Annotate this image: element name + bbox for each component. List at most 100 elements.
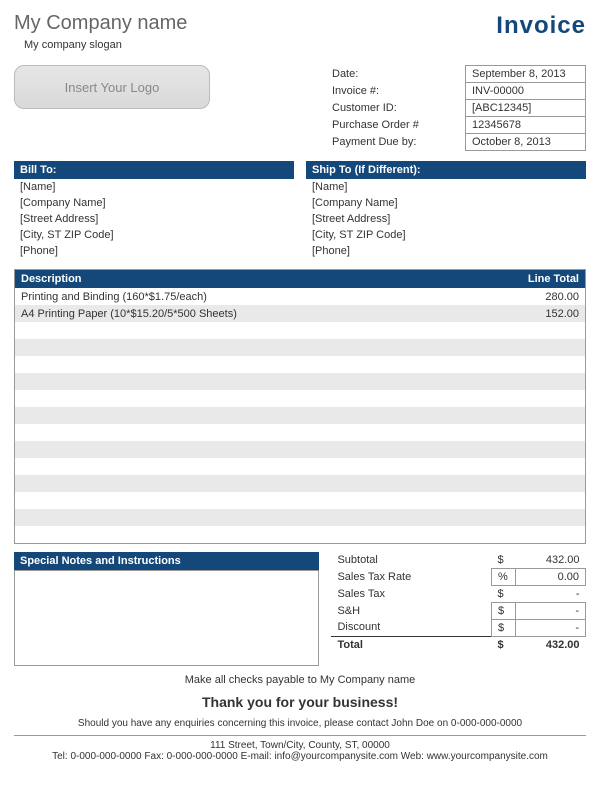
item-description[interactable]: Printing and Binding (160*$1.75/each) <box>15 288 496 305</box>
company-slogan: My company slogan <box>24 39 187 51</box>
meta-due-label: Payment Due by: <box>326 134 466 151</box>
notes-content[interactable] <box>14 570 319 666</box>
sh-amt[interactable]: - <box>516 602 586 619</box>
invoice-meta: Date:September 8, 2013 Invoice #:INV-000… <box>326 65 586 151</box>
item-total[interactable] <box>496 322 586 339</box>
table-row[interactable] <box>15 339 586 356</box>
meta-invoice-label: Invoice #: <box>326 83 466 100</box>
totals-section: Subtotal$432.00 Sales Tax Rate%0.00 Sale… <box>331 552 586 666</box>
bill-to-line[interactable]: [Company Name] <box>14 195 294 211</box>
notes-header: Special Notes and Instructions <box>14 552 319 570</box>
line-items-table: Description Line Total Printing and Bind… <box>14 269 586 544</box>
item-total[interactable] <box>496 475 586 492</box>
discount-label: Discount <box>331 619 491 636</box>
bill-to-line[interactable]: [Name] <box>14 179 294 195</box>
meta-po-label: Purchase Order # <box>326 117 466 134</box>
item-description[interactable] <box>15 509 496 526</box>
table-row[interactable] <box>15 424 586 441</box>
total-amt: 432.00 <box>516 636 586 653</box>
item-total[interactable] <box>496 441 586 458</box>
item-description[interactable] <box>15 356 496 373</box>
item-description[interactable] <box>15 339 496 356</box>
table-row[interactable] <box>15 373 586 390</box>
item-description[interactable] <box>15 390 496 407</box>
ship-to-line[interactable]: [Name] <box>306 179 586 195</box>
salestax-cur: $ <box>492 585 516 602</box>
item-description[interactable] <box>15 526 496 543</box>
discount-cur: $ <box>492 619 516 636</box>
meta-due-value[interactable]: October 8, 2013 <box>466 134 586 151</box>
col-description: Description <box>15 270 496 289</box>
item-total[interactable] <box>496 356 586 373</box>
item-description[interactable] <box>15 407 496 424</box>
item-description[interactable] <box>15 322 496 339</box>
meta-po-value[interactable]: 12345678 <box>466 117 586 134</box>
salestax-amt: - <box>516 585 586 602</box>
salestax-label: Sales Tax <box>331 585 491 602</box>
bill-to-line[interactable]: [City, ST ZIP Code] <box>14 227 294 243</box>
enquiry-text: Should you have any enquiries concerning… <box>14 718 586 729</box>
meta-date-label: Date: <box>326 66 466 83</box>
item-total[interactable] <box>496 373 586 390</box>
payable-text: Make all checks payable to My Company na… <box>14 674 586 686</box>
item-total[interactable] <box>496 492 586 509</box>
item-total[interactable] <box>496 407 586 424</box>
item-total[interactable] <box>496 390 586 407</box>
table-row[interactable] <box>15 407 586 424</box>
table-row[interactable] <box>15 475 586 492</box>
item-description[interactable] <box>15 373 496 390</box>
subtotal-cur: $ <box>492 552 516 569</box>
item-description[interactable] <box>15 424 496 441</box>
item-total[interactable] <box>496 458 586 475</box>
total-label: Total <box>331 636 491 653</box>
taxrate-amt[interactable]: 0.00 <box>516 568 586 585</box>
item-description[interactable]: A4 Printing Paper (10*$15.20/5*500 Sheet… <box>15 305 496 322</box>
item-description[interactable] <box>15 492 496 509</box>
item-total[interactable] <box>496 526 586 543</box>
taxrate-label: Sales Tax Rate <box>331 568 491 585</box>
thank-you-text: Thank you for your business! <box>14 694 586 710</box>
table-row[interactable] <box>15 322 586 339</box>
item-total[interactable] <box>496 424 586 441</box>
meta-date-value[interactable]: September 8, 2013 <box>466 66 586 83</box>
ship-to-header: Ship To (If Different): <box>306 161 586 179</box>
item-total[interactable] <box>496 339 586 356</box>
table-row[interactable]: A4 Printing Paper (10*$15.20/5*500 Sheet… <box>15 305 586 322</box>
ship-to-line[interactable]: [Company Name] <box>306 195 586 211</box>
bill-to-line[interactable]: [Street Address] <box>14 211 294 227</box>
subtotal-amt: 432.00 <box>516 552 586 569</box>
company-contact: Tel: 0-000-000-0000 Fax: 0-000-000-0000 … <box>14 751 586 762</box>
table-row[interactable] <box>15 441 586 458</box>
bill-to-header: Bill To: <box>14 161 294 179</box>
table-row[interactable]: Printing and Binding (160*$1.75/each)280… <box>15 288 586 305</box>
taxrate-cur: % <box>492 568 516 585</box>
item-total[interactable] <box>496 509 586 526</box>
table-row[interactable] <box>15 509 586 526</box>
company-name: My Company name <box>14 12 187 35</box>
logo-placeholder[interactable]: Insert Your Logo <box>14 65 210 109</box>
item-total[interactable]: 152.00 <box>496 305 586 322</box>
invoice-title: Invoice <box>496 12 586 40</box>
col-line-total: Line Total <box>496 270 586 289</box>
ship-to-line[interactable]: [Street Address] <box>306 211 586 227</box>
table-row[interactable] <box>15 492 586 509</box>
ship-to-line[interactable]: [City, ST ZIP Code] <box>306 227 586 243</box>
item-description[interactable] <box>15 441 496 458</box>
discount-amt[interactable]: - <box>516 619 586 636</box>
meta-invoice-value[interactable]: INV-00000 <box>466 83 586 100</box>
table-row[interactable] <box>15 458 586 475</box>
bill-to-line[interactable]: [Phone] <box>14 243 294 259</box>
item-description[interactable] <box>15 475 496 492</box>
item-total[interactable]: 280.00 <box>496 288 586 305</box>
subtotal-label: Subtotal <box>331 552 491 569</box>
ship-to-line[interactable]: [Phone] <box>306 243 586 259</box>
total-cur: $ <box>492 636 516 653</box>
meta-customer-label: Customer ID: <box>326 100 466 117</box>
table-row[interactable] <box>15 356 586 373</box>
meta-customer-value[interactable]: [ABC12345] <box>466 100 586 117</box>
sh-label: S&H <box>331 602 491 619</box>
table-row[interactable] <box>15 390 586 407</box>
company-address: 111 Street, Town/City, County, ST, 00000 <box>14 740 586 751</box>
table-row[interactable] <box>15 526 586 543</box>
item-description[interactable] <box>15 458 496 475</box>
